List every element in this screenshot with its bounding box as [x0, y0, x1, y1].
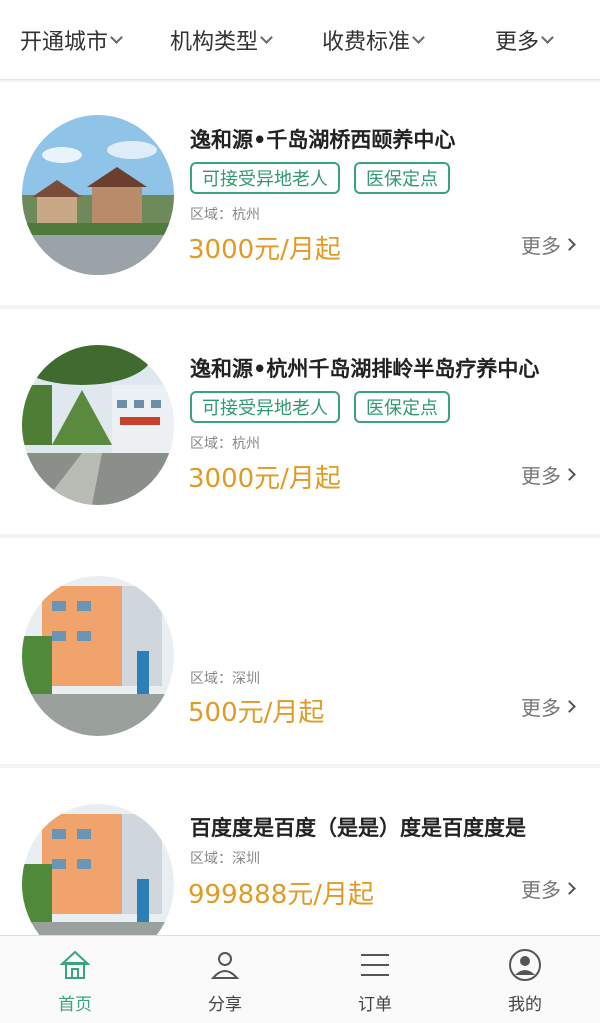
- chevron-right-icon: [563, 700, 576, 713]
- chevron-down-icon: [412, 30, 425, 44]
- more-label: 更多: [521, 464, 561, 488]
- institution-photo: [22, 115, 174, 275]
- institution-title: 百度度是百度（是是）度是百度度是: [190, 816, 526, 840]
- region-text: 区域：杭州: [190, 207, 260, 223]
- institution-card[interactable]: 百度度是百度（是是）度是百度度是 区域：深圳 999888元/月起 更多: [0, 768, 600, 964]
- more-label: 更多: [521, 234, 561, 258]
- institution-title: 逸和源•杭州千岛湖排岭半岛疗养中心: [190, 357, 540, 381]
- chevron-down-icon: [260, 30, 273, 44]
- filter-fee-label: 收费标准: [322, 30, 411, 55]
- chevron-right-icon: [563, 468, 576, 481]
- more-label: 更多: [521, 878, 561, 902]
- chevron-down-icon: [110, 30, 123, 44]
- price-text: 999888元/月起: [188, 880, 375, 910]
- filter-bar: 开通城市 机构类型 收费标准 更多: [0, 0, 600, 80]
- tab-home[interactable]: 首页: [0, 944, 150, 1020]
- filter-type-label: 机构类型: [170, 30, 259, 55]
- tab-mine-label: 我的: [508, 995, 542, 1015]
- bottom-tab-bar: 首页 分享 订单 我的: [0, 935, 600, 1023]
- price-text: 3000元/月起: [188, 464, 341, 494]
- tab-share[interactable]: 分享: [150, 944, 300, 1020]
- more-link[interactable]: 更多: [521, 460, 576, 489]
- tag-medical-insurance: 医保定点: [354, 162, 450, 194]
- tab-share-label: 分享: [208, 995, 242, 1015]
- institution-title: 逸和源•千岛湖桥西颐养中心: [190, 128, 456, 152]
- filter-fee[interactable]: 收费标准: [322, 22, 425, 58]
- region-text: 区域：深圳: [190, 851, 260, 867]
- price-text: 500元/月起: [188, 698, 325, 728]
- chevron-down-icon: [541, 30, 554, 44]
- home-icon: [59, 950, 91, 979]
- institution-card[interactable]: 区域：深圳 500元/月起 更多: [0, 538, 600, 764]
- tab-orders-label: 订单: [358, 995, 392, 1015]
- chevron-right-icon: [563, 238, 576, 251]
- tag-medical-insurance: 医保定点: [354, 391, 450, 423]
- institution-photo: [22, 576, 174, 736]
- institution-card[interactable]: 逸和源•杭州千岛湖排岭半岛疗养中心 可接受异地老人 医保定点 区域：杭州 300…: [0, 309, 600, 534]
- tab-home-label: 首页: [58, 995, 92, 1015]
- more-link[interactable]: 更多: [521, 874, 576, 903]
- tab-orders[interactable]: 订单: [300, 944, 450, 1020]
- tag-remote-elderly: 可接受异地老人: [190, 391, 340, 423]
- filter-city-label: 开通城市: [20, 30, 109, 55]
- price-text: 3000元/月起: [188, 235, 341, 265]
- more-label: 更多: [521, 696, 561, 720]
- institution-photo: [22, 345, 174, 505]
- filter-more[interactable]: 更多: [495, 22, 554, 58]
- filter-city[interactable]: 开通城市: [20, 22, 123, 58]
- person-icon: [210, 952, 240, 979]
- more-link[interactable]: 更多: [521, 692, 576, 721]
- chevron-right-icon: [563, 882, 576, 895]
- menu-lines-icon: [361, 954, 389, 976]
- tag-remote-elderly: 可接受异地老人: [190, 162, 340, 194]
- filter-type[interactable]: 机构类型: [170, 22, 273, 58]
- region-text: 区域：深圳: [190, 671, 260, 687]
- region-text: 区域：杭州: [190, 436, 260, 452]
- more-link[interactable]: 更多: [521, 230, 576, 259]
- filter-more-label: 更多: [495, 30, 540, 55]
- user-circle-icon: [509, 949, 541, 981]
- tab-mine[interactable]: 我的: [450, 944, 600, 1020]
- institution-card[interactable]: 逸和源•千岛湖桥西颐养中心 可接受异地老人 医保定点 区域：杭州 3000元/月…: [0, 82, 600, 305]
